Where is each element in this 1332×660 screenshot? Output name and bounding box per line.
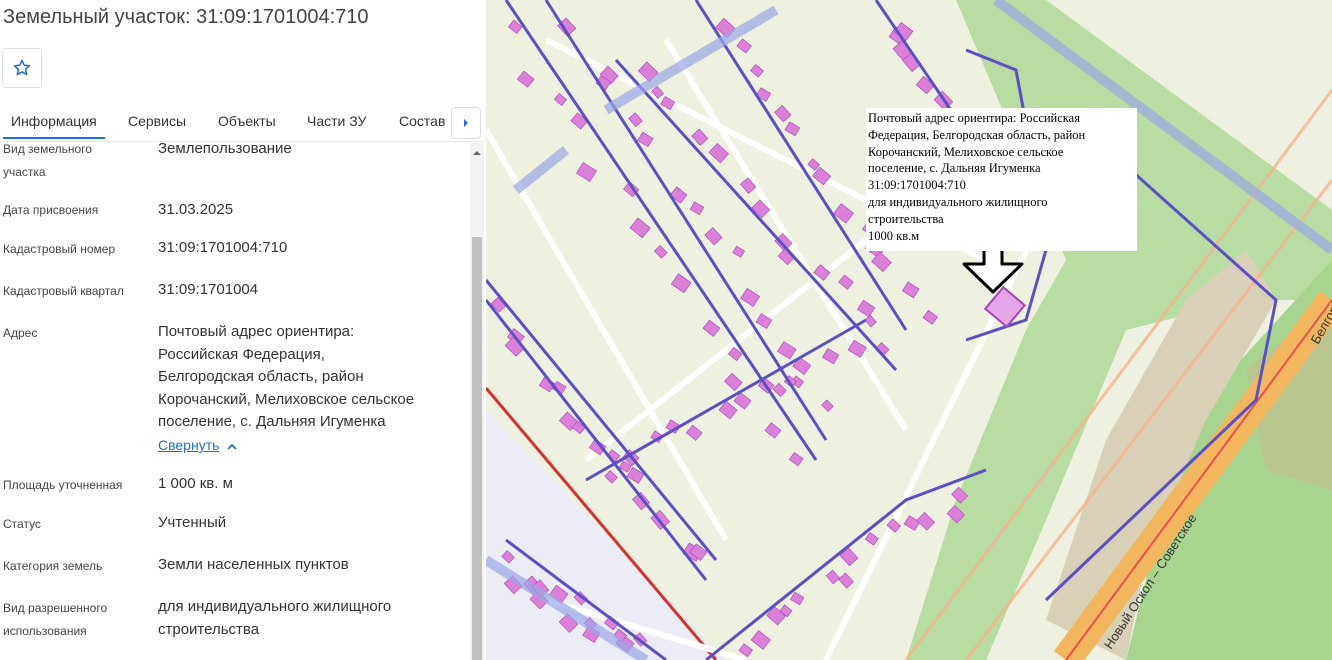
field-label-cadastral-number: Кадастровый номер: [3, 242, 116, 256]
popup-line: Федерация, Белгородская область, район: [868, 127, 1086, 142]
land-parcel[interactable]: [689, 201, 705, 216]
land-parcel[interactable]: [637, 131, 654, 148]
land-parcel[interactable]: [704, 227, 723, 246]
tab-information[interactable]: Информация: [3, 113, 105, 139]
field-label-cadastral-block: Кадастровый квартал: [3, 284, 124, 298]
land-parcel[interactable]: [838, 572, 854, 589]
land-parcel[interactable]: [856, 299, 876, 318]
land-parcel[interactable]: [790, 591, 805, 606]
map-canvas[interactable]: Новый Оскол – Советское Белгород: [486, 0, 1332, 660]
land-parcel[interactable]: [777, 341, 797, 360]
land-parcel[interactable]: [902, 281, 920, 299]
land-parcel[interactable]: [838, 274, 854, 290]
land-parcel[interactable]: [784, 121, 801, 137]
land-parcel[interactable]: [553, 93, 567, 106]
tab-objects[interactable]: Объекты: [218, 113, 276, 129]
land-parcel[interactable]: [670, 273, 692, 294]
field-label-land-category: Категория земель: [3, 559, 103, 573]
cadastral-map[interactable]: Новый Оскол – Советское Белгород Почтовы…: [486, 0, 1332, 660]
land-parcel[interactable]: [825, 569, 841, 585]
land-parcel[interactable]: [724, 372, 743, 392]
page-title: Земельный участок: 31:09:1701004:710: [3, 6, 369, 28]
collapse-address-link[interactable]: Свернуть: [158, 437, 238, 453]
field-value-cadastral-block: 31:09:1701004: [158, 281, 259, 298]
field-value-address: Почтовый адрес ориентира: Российская Фед…: [158, 323, 415, 430]
field-label-status: Статус: [3, 517, 41, 531]
field-label-assign-date: Дата присвоения: [3, 203, 99, 217]
land-parcel[interactable]: [708, 142, 729, 164]
tab-composition[interactable]: Состав: [399, 113, 445, 129]
field-value-status: Учтенный: [158, 514, 227, 531]
popup-line: для индивидуального жилищного: [868, 194, 1048, 209]
field-label-area: Площадь уточненная: [3, 478, 123, 492]
land-parcel[interactable]: [750, 63, 764, 78]
field-value-land-use-type: Землепользование: [158, 143, 292, 157]
caret-right-icon: [464, 119, 468, 127]
land-parcel[interactable]: [750, 630, 771, 650]
land-parcel[interactable]: [774, 105, 792, 123]
land-parcel[interactable]: [764, 422, 782, 439]
land-parcel[interactable]: [916, 511, 935, 531]
popup-line: 31:09:1701004:710: [868, 178, 966, 193]
land-parcel[interactable]: [604, 470, 618, 484]
field-label-permitted-use: Вид разрешенного использования: [3, 601, 108, 638]
tab-bar: Информация Сервисы Объекты Части ЗУ Сост…: [0, 104, 486, 142]
info-rows: Вид земельного участка Землепользование Д…: [0, 143, 470, 660]
favorite-button[interactable]: [2, 48, 42, 88]
land-parcel[interactable]: [922, 309, 938, 325]
land-parcel[interactable]: [575, 162, 597, 183]
info-scrollbar[interactable]: [470, 143, 484, 660]
land-parcel[interactable]: [740, 287, 761, 307]
popup-line: Почтовый адрес ориентира: Российская: [868, 111, 1080, 125]
field-value-land-category: Земли населенных пунктов: [158, 556, 349, 573]
land-parcel[interactable]: [821, 399, 834, 412]
land-parcel[interactable]: [736, 38, 752, 54]
tabs-scroll-right-button[interactable]: [451, 107, 481, 139]
field-value-cadastral-number: 31:09:1701004:710: [158, 239, 288, 256]
popup-line: Корочанский, Мелиховское сельское: [868, 144, 1064, 159]
land-parcel[interactable]: [822, 348, 840, 365]
popup-line: строительства: [868, 211, 944, 226]
land-parcel[interactable]: [516, 70, 535, 88]
land-parcel[interactable]: [864, 532, 879, 546]
info-panel: Земельный участок: 31:09:1701004:710 Инф…: [0, 0, 486, 660]
field-label-address: Адрес: [3, 326, 38, 340]
land-parcel[interactable]: [788, 452, 804, 467]
land-parcel[interactable]: [732, 245, 745, 258]
field-value-area: 1 000 кв. м: [158, 475, 233, 492]
popup-line: 1000 кв.м: [868, 228, 920, 243]
land-parcel[interactable]: [628, 112, 643, 128]
scroll-thumb[interactable]: [472, 237, 482, 660]
land-parcel[interactable]: [702, 319, 721, 337]
land-parcel[interactable]: [691, 128, 709, 146]
chevron-up-icon: [227, 437, 238, 453]
tab-services[interactable]: Сервисы: [128, 113, 186, 129]
land-parcel[interactable]: [629, 217, 651, 239]
land-parcel[interactable]: [903, 515, 921, 531]
popup-line: поселение, с. Дальняя Игуменка: [868, 161, 1041, 176]
parcel-popup: Почтовый адрес ориентира: Российская Фед…: [866, 108, 1137, 251]
field-value-assign-date: 31.03.2025: [158, 201, 234, 218]
field-label-land-use-type: Вид земельного участка: [3, 143, 92, 179]
land-parcel[interactable]: [685, 424, 703, 441]
land-parcel[interactable]: [772, 382, 787, 397]
star-icon: [13, 59, 31, 76]
field-value-permitted-use: для индивидуального жилищного строительст…: [158, 598, 392, 638]
scroll-up-arrow-icon[interactable]: [470, 147, 484, 157]
land-parcel[interactable]: [738, 643, 753, 658]
tab-parts[interactable]: Части ЗУ: [307, 113, 366, 129]
land-parcel[interactable]: [653, 244, 668, 259]
